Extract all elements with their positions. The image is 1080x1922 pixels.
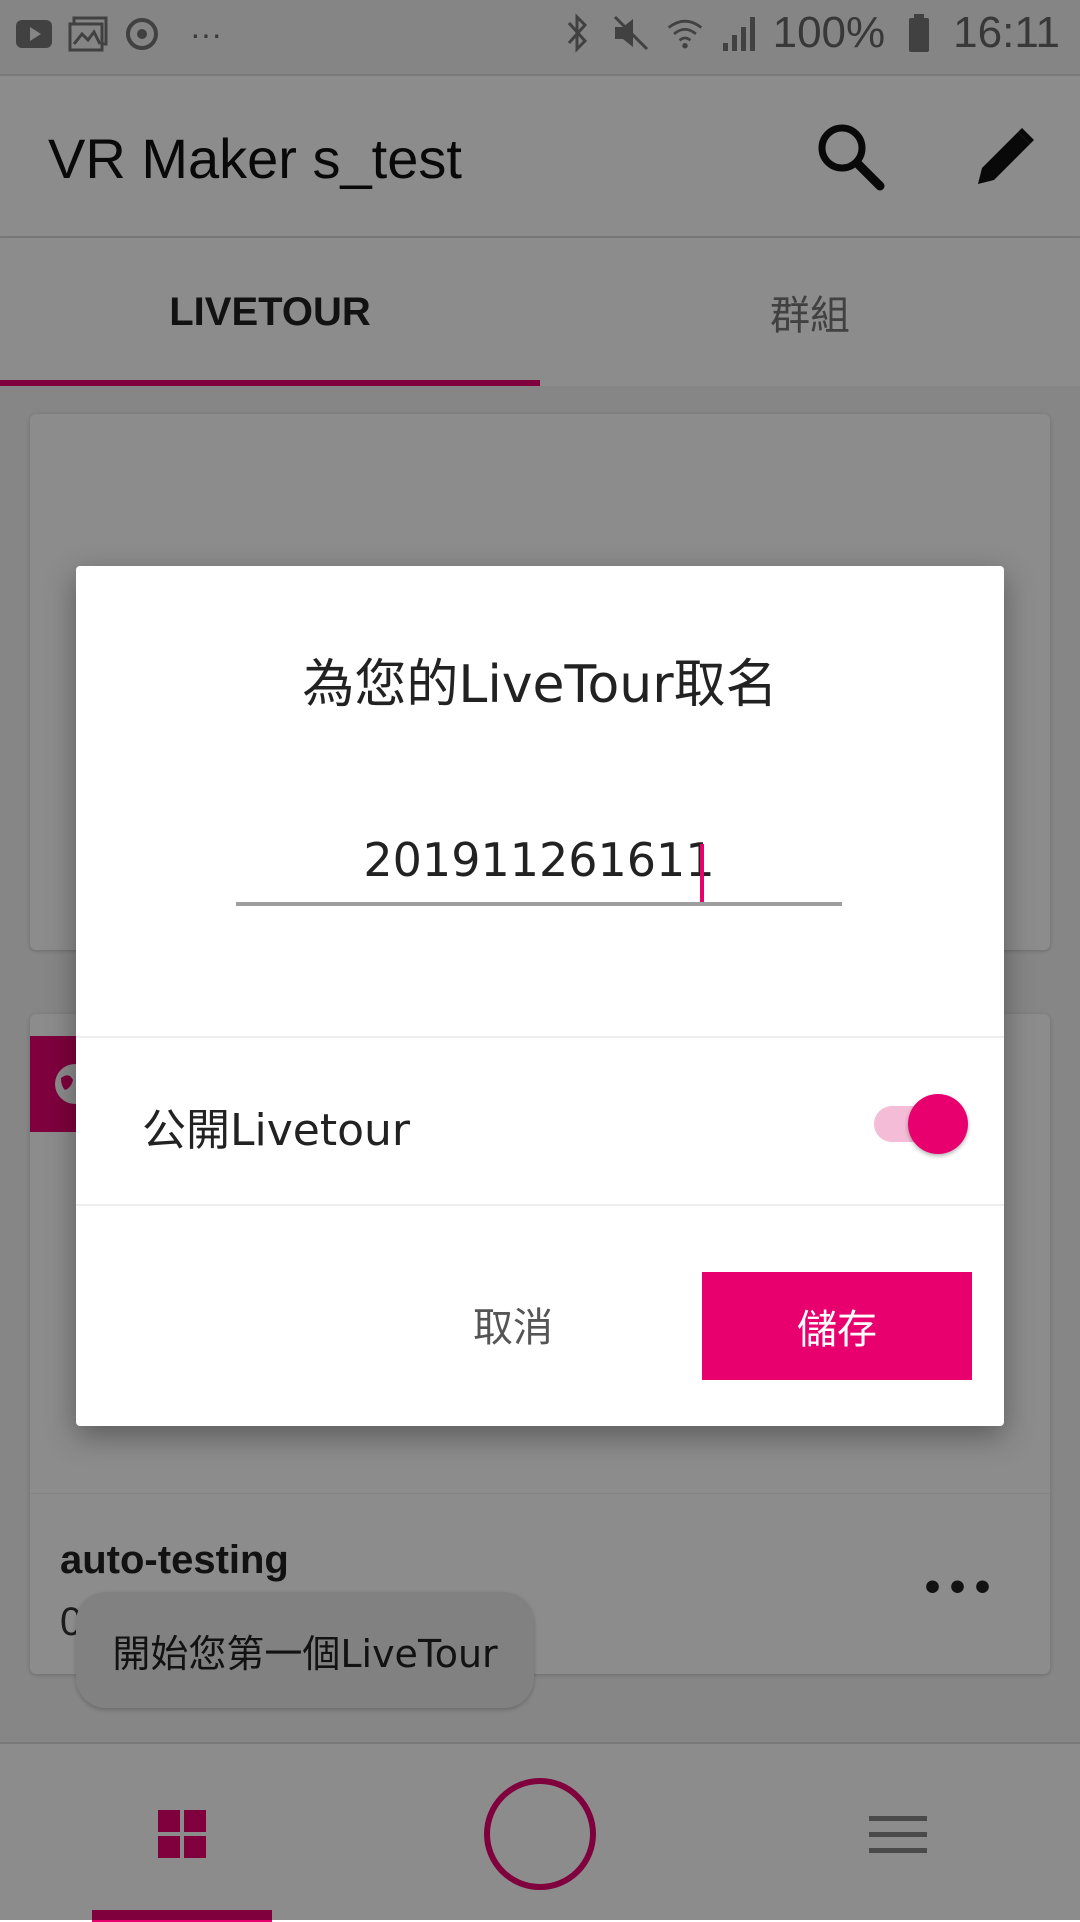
livetour-name-input[interactable] [236, 828, 842, 906]
public-livetour-toggle[interactable] [874, 1090, 970, 1154]
text-cursor [700, 844, 704, 902]
dialog-title: 為您的LiveTour取名 [302, 655, 778, 715]
save-button[interactable]: 儲存 [702, 1272, 972, 1380]
name-livetour-dialog: 為您的LiveTour取名 公開Livetour 取消 儲存 [76, 566, 1004, 1426]
cancel-button[interactable]: 取消 [418, 1272, 608, 1376]
toggle-thumb [908, 1094, 968, 1154]
public-livetour-label: 公開Livetour [142, 1105, 410, 1156]
divider [76, 1036, 1004, 1038]
divider [76, 1204, 1004, 1206]
